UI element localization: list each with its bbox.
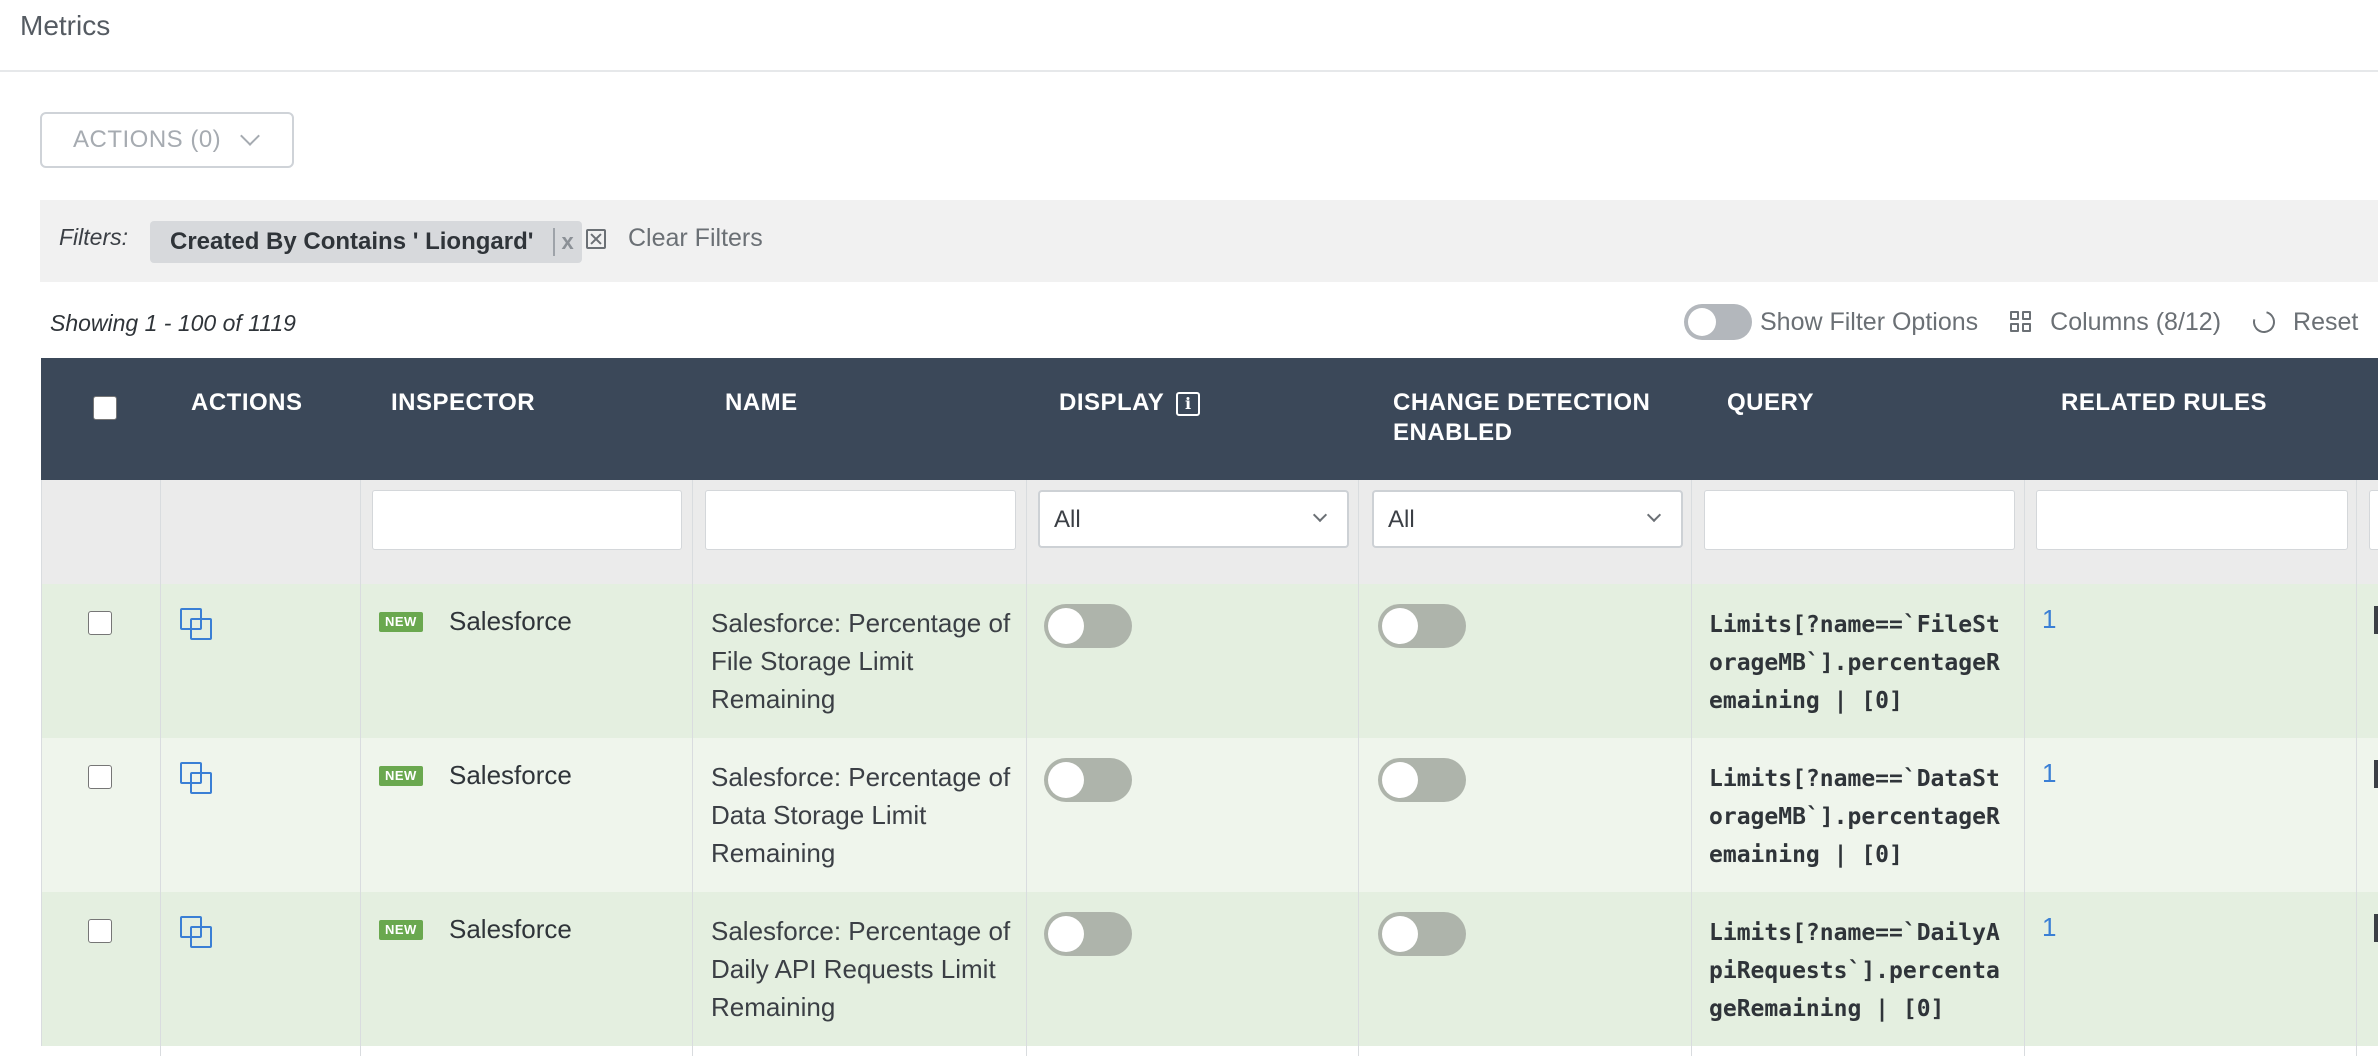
filter-chip-label: Created By Contains ' Liongard' [170,228,534,255]
info-icon[interactable]: i [1176,392,1201,416]
column-header-inspector[interactable]: INSPECTOR [391,388,535,418]
clear-filters-button[interactable]: Clear Filters [586,224,763,253]
display-toggle[interactable] [1044,912,1132,956]
duplicate-icon[interactable] [180,916,214,950]
column-header-display[interactable]: DISPLAY i [1059,388,1201,418]
display-filter-select[interactable]: All [1038,490,1349,548]
column-header-related-rules[interactable]: RELATED RULES [2061,388,2267,418]
name-cell: Salesforce: Percentage of Data Storage L… [711,762,1011,868]
top-bar: Metrics [0,0,2378,72]
filters-label: Filters: [59,224,128,250]
column-divider [160,480,161,1056]
related-rules-link[interactable]: 1 [2042,912,2056,943]
truncated-cell [2374,914,2378,942]
query-cell: Limits[?name==`DailyApiRequests`].percen… [1709,920,2000,1022]
name-cell: Salesforce: Percentage of File Storage L… [711,608,1011,714]
duplicate-icon[interactable] [180,608,214,642]
row-checkbox[interactable] [88,919,112,943]
row-checkbox[interactable] [88,611,112,635]
display-toggle[interactable] [1044,604,1132,648]
chevron-down-icon [1646,507,1662,523]
column-divider [692,480,693,1056]
related-rules-link[interactable]: 1 [2042,604,2056,635]
table-header: ACTIONS INSPECTOR NAME DISPLAY i CHANGE D… [41,358,2378,480]
chevron-down-icon [240,126,261,146]
table-row: NEW Salesforce Salesforce: Percentage of… [41,584,2378,738]
column-divider [2356,480,2357,1056]
reset-icon [2249,306,2280,338]
display-toggle[interactable] [1044,758,1132,802]
inspector-cell: Salesforce [449,760,572,790]
change-detection-header-line2: ENABLED [1393,419,1513,446]
inspector-cell: Salesforce [449,914,572,944]
new-badge: NEW [379,920,423,940]
column-divider [1358,480,1359,1056]
duplicate-icon[interactable] [180,762,214,796]
related-rules-link[interactable]: 1 [2042,758,2056,789]
column-header-query[interactable]: QUERY [1727,388,1814,418]
columns-label: Columns (8/12) [2050,307,2222,336]
truncated-cell [2374,606,2378,634]
column-header-actions[interactable]: ACTIONS [191,388,303,418]
remove-filter-button[interactable]: x [561,229,573,255]
truncated-cell [2374,760,2378,788]
table-toolbar: Show Filter Options Columns (8/12) Reset [1684,300,2358,344]
results-count: Showing 1 - 100 of 1119 [50,310,296,336]
grid-icon [2010,311,2032,333]
related-rules-filter-input[interactable] [2036,490,2348,550]
actions-dropdown-button[interactable]: ACTIONS (0) [40,112,294,168]
columns-button[interactable]: Columns (8/12) [1978,308,2221,337]
metrics-table: ACTIONS INSPECTOR NAME DISPLAY i CHANGE D… [41,358,2378,1046]
new-badge: NEW [379,612,423,632]
change-detection-filter-select[interactable]: All [1372,490,1683,548]
column-divider [1691,480,1692,1056]
reset-button[interactable]: Reset [2221,306,2359,338]
inspector-cell: Salesforce [449,606,572,636]
change-detection-toggle[interactable] [1378,912,1466,956]
chevron-down-icon [1312,507,1328,523]
change-detection-header-line1: CHANGE DETECTION [1393,389,1651,416]
query-cell: Limits[?name==`FileStorageMB`].percentag… [1709,612,2000,714]
chip-divider [553,228,556,256]
inspector-filter-input[interactable] [372,490,682,550]
column-header-change-detection[interactable]: CHANGE DETECTION ENABLED [1393,388,1650,448]
display-header-label: DISPLAY [1059,389,1165,416]
actions-button-label: ACTIONS (0) [73,126,222,153]
display-filter-value: All [1054,506,1081,533]
column-divider [360,480,361,1056]
table-row: NEW Salesforce Salesforce: Percentage of… [41,892,2378,1046]
clear-filters-icon [586,228,606,249]
reset-label: Reset [2293,307,2359,336]
table-row: NEW Salesforce Salesforce: Percentage of… [41,738,2378,892]
name-filter-input[interactable] [705,490,1016,550]
column-header-name[interactable]: NAME [725,388,798,418]
new-badge: NEW [379,766,423,786]
next-column-filter-input[interactable] [2369,490,2378,550]
select-all-checkbox[interactable] [93,396,117,420]
page-title: Metrics [20,10,111,41]
column-divider [2024,480,2025,1056]
query-filter-input[interactable] [1704,490,2015,550]
column-divider [1026,480,1027,1056]
change-detection-toggle[interactable] [1378,758,1466,802]
change-detection-filter-value: All [1388,506,1415,533]
clear-filters-label: Clear Filters [628,224,763,252]
toggle-switch[interactable] [1684,304,1752,340]
change-detection-toggle[interactable] [1378,604,1466,648]
filter-bar: Filters: Created By Contains ' Liongard'… [40,200,2378,282]
show-filter-options-label: Show Filter Options [1760,307,1979,336]
show-filter-options-toggle[interactable]: Show Filter Options [1684,304,1978,340]
name-cell: Salesforce: Percentage of Daily API Requ… [711,916,1011,1022]
row-checkbox[interactable] [88,765,112,789]
query-cell: Limits[?name==`DataStorageMB`].percentag… [1709,766,2000,868]
filter-chip: Created By Contains ' Liongard' x [150,221,582,263]
